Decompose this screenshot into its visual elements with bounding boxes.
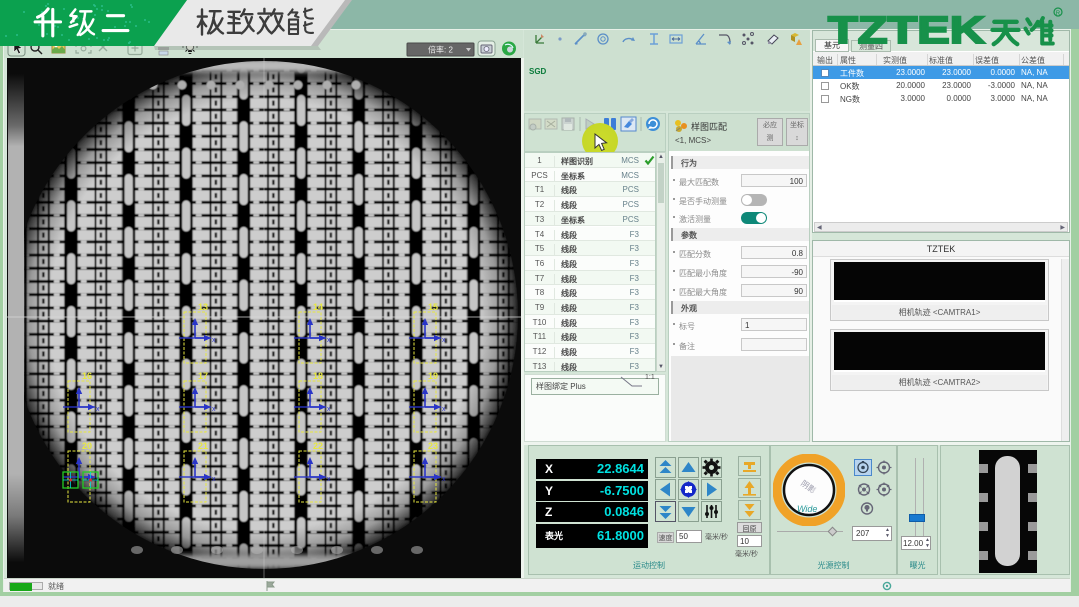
svg-text:R: R — [1056, 11, 1061, 17]
svg-text:x: x — [442, 337, 446, 344]
svg-text:22: 22 — [313, 441, 323, 451]
svg-text:x: x — [212, 337, 216, 344]
svg-text:x: x — [212, 476, 216, 483]
svg-text:23: 23 — [428, 441, 438, 451]
svg-text:x: x — [212, 406, 216, 413]
svg-text:15: 15 — [428, 302, 438, 312]
svg-text:20: 20 — [82, 441, 92, 451]
svg-text:18: 18 — [313, 371, 323, 381]
svg-text:x: x — [327, 337, 331, 344]
svg-text:x: x — [327, 476, 331, 483]
svg-text:TZTEK: TZTEK — [828, 10, 986, 52]
svg-text:16: 16 — [82, 371, 92, 381]
svg-text:x: x — [96, 406, 100, 413]
svg-text:14: 14 — [313, 302, 323, 312]
svg-text:x: x — [442, 476, 446, 483]
svg-text:13: 13 — [198, 302, 208, 312]
svg-text:Wide: Wide — [797, 504, 817, 514]
svg-text:17: 17 — [198, 371, 208, 381]
svg-text:x: x — [442, 406, 446, 413]
svg-text:19: 19 — [428, 371, 438, 381]
svg-text:21: 21 — [198, 441, 208, 451]
svg-text:x: x — [327, 406, 331, 413]
